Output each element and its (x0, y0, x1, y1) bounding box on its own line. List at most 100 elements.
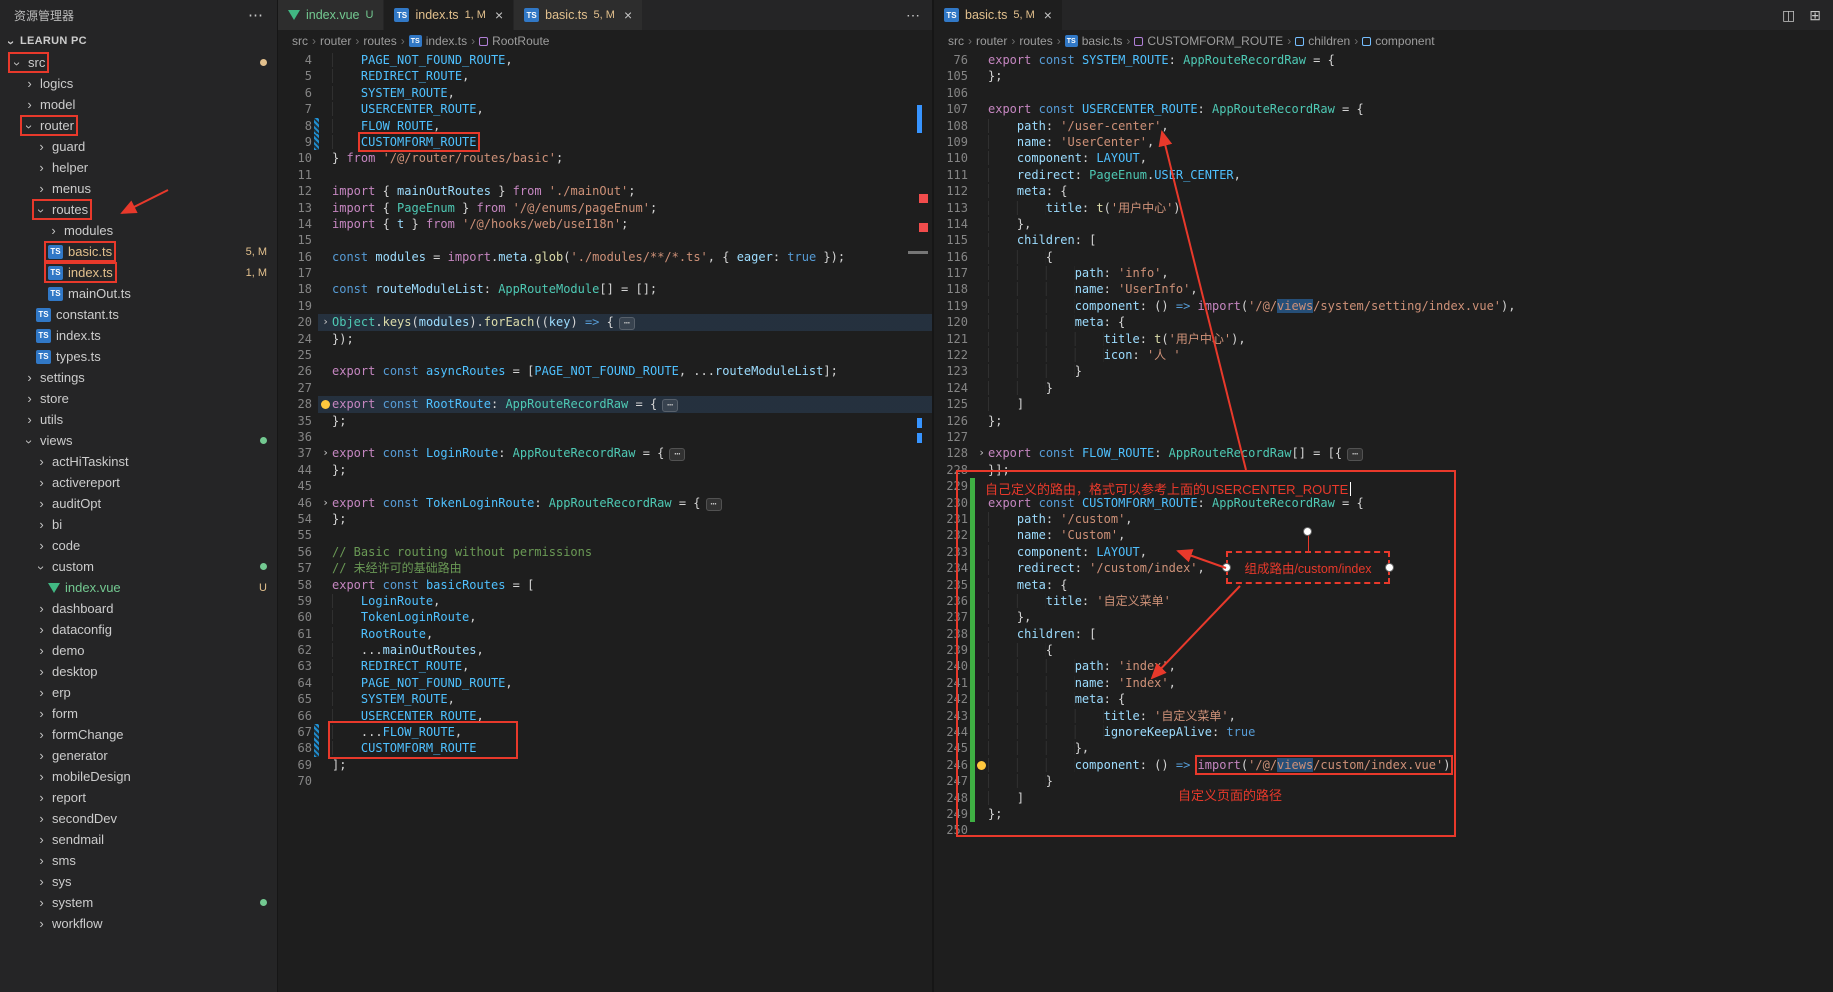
tree-item-router[interactable]: ›router (0, 115, 277, 136)
tree-item-sys[interactable]: ›sys (0, 871, 277, 892)
code-line[interactable]: 9 CUSTOMFORM_ROUTE (278, 134, 932, 150)
code-line[interactable]: 246 component: () => import('/@/views/cu… (934, 757, 1833, 773)
code-line[interactable]: 243 title: '自定义菜单', (934, 708, 1833, 724)
code-line[interactable]: 106 (934, 85, 1833, 101)
code-line[interactable]: 110 component: LAYOUT, (934, 150, 1833, 166)
code-line[interactable]: 16const modules = import.meta.glob('./mo… (278, 249, 932, 265)
code-line[interactable]: 121 title: t('用户中心'), (934, 331, 1833, 347)
code-line[interactable]: 28export const RootRoute: AppRouteRecord… (278, 396, 932, 412)
breadcrumb-item-router[interactable]: router (976, 34, 1007, 48)
code-line[interactable]: 248 ] (934, 790, 1833, 806)
code-line[interactable]: 250 (934, 822, 1833, 838)
code-line[interactable]: 124 } (934, 380, 1833, 396)
code-line[interactable]: 57// 未经许可的基础路由 (278, 560, 932, 576)
code-line[interactable]: 249}; (934, 806, 1833, 822)
code-line[interactable]: 18const routeModuleList: AppRouteModule[… (278, 281, 932, 297)
project-section-header[interactable]: › LEARUN PC (0, 30, 277, 52)
code-line[interactable]: 237 }, (934, 609, 1833, 625)
breadcrumb-item-component[interactable]: component (1362, 34, 1434, 48)
tree-item-desktop[interactable]: ›desktop (0, 661, 277, 682)
code-line[interactable]: 11 (278, 167, 932, 183)
code-line[interactable]: 25 (278, 347, 932, 363)
tree-item-settings[interactable]: ›settings (0, 367, 277, 388)
tree-item-utils[interactable]: ›utils (0, 409, 277, 430)
code-line[interactable]: 5 REDIRECT_ROUTE, (278, 68, 932, 84)
code-line[interactable]: 231 path: '/custom', (934, 511, 1833, 527)
code-editor-index-ts[interactable]: 4 PAGE_NOT_FOUND_ROUTE,5 REDIRECT_ROUTE,… (278, 52, 932, 790)
code-line[interactable]: 14import { t } from '/@/hooks/web/useI18… (278, 216, 932, 232)
tree-item-demo[interactable]: ›demo (0, 640, 277, 661)
code-line[interactable]: 242 meta: { (934, 691, 1833, 707)
tree-item-model[interactable]: ›model (0, 94, 277, 115)
code-line[interactable]: 233 component: LAYOUT, (934, 544, 1833, 560)
tree-item-types.ts[interactable]: TStypes.ts (0, 346, 277, 367)
tree-item-src[interactable]: ›src (0, 52, 277, 73)
code-line[interactable]: 238 children: [ (934, 626, 1833, 642)
breadcrumb-item-children[interactable]: children (1295, 34, 1350, 48)
code-line[interactable]: 62 ...mainOutRoutes, (278, 642, 932, 658)
close-icon[interactable]: × (1044, 7, 1052, 23)
more-actions-icon[interactable]: ⋯ (906, 7, 920, 24)
fold-chevron-icon[interactable]: › (319, 314, 332, 330)
code-line[interactable]: 108 path: '/user-center', (934, 118, 1833, 134)
tree-item-system[interactable]: ›system (0, 892, 277, 913)
lightbulb-icon[interactable] (975, 757, 988, 773)
code-line[interactable]: 58export const basicRoutes = [ (278, 577, 932, 593)
tree-item-guard[interactable]: ›guard (0, 136, 277, 157)
breadcrumb-item-routes[interactable]: routes (363, 34, 396, 48)
code-line[interactable]: 126}; (934, 413, 1833, 429)
code-line[interactable]: 8 FLOW_ROUTE, (278, 118, 932, 134)
split-editor-icon[interactable]: ◫ (1782, 7, 1795, 24)
code-line[interactable]: 116 { (934, 249, 1833, 265)
tab-basic.ts[interactable]: TSbasic.ts5, M× (514, 0, 643, 30)
code-line[interactable]: 6 SYSTEM_ROUTE, (278, 85, 932, 101)
code-line[interactable]: 44}; (278, 462, 932, 478)
close-icon[interactable]: × (624, 7, 632, 23)
code-line[interactable]: 114 }, (934, 216, 1833, 232)
breadcrumb-item-router[interactable]: router (320, 34, 351, 48)
code-line[interactable]: 10} from '/@/router/routes/basic'; (278, 150, 932, 166)
code-line[interactable]: 60 TokenLoginRoute, (278, 609, 932, 625)
code-line[interactable]: 45 (278, 478, 932, 494)
code-line[interactable]: 125 ] (934, 396, 1833, 412)
code-line[interactable]: 105}; (934, 68, 1833, 84)
code-line[interactable]: 239 { (934, 642, 1833, 658)
tree-item-formChange[interactable]: ›formChange (0, 724, 277, 745)
tree-item-auditOpt[interactable]: ›auditOpt (0, 493, 277, 514)
tab-index.ts[interactable]: TSindex.ts1, M× (384, 0, 514, 30)
code-line[interactable]: 128›export const FLOW_ROUTE: AppRouteRec… (934, 445, 1833, 461)
code-line[interactable]: 67 ...FLOW_ROUTE, (278, 724, 932, 740)
tree-item-constant.ts[interactable]: TSconstant.ts (0, 304, 277, 325)
code-line[interactable]: 17 (278, 265, 932, 281)
code-line[interactable]: 56// Basic routing without permissions (278, 544, 932, 560)
breadcrumb-item-basic.ts[interactable]: TSbasic.ts (1065, 34, 1123, 48)
code-line[interactable]: 63 REDIRECT_ROUTE, (278, 658, 932, 674)
tree-item-bi[interactable]: ›bi (0, 514, 277, 535)
code-line[interactable]: 54}; (278, 511, 932, 527)
code-line[interactable]: 27 (278, 380, 932, 396)
code-line[interactable]: 20›Object.keys(modules).forEach((key) =>… (278, 314, 932, 330)
tree-item-custom[interactable]: ›custom (0, 556, 277, 577)
lightbulb-icon[interactable] (319, 396, 332, 412)
code-line[interactable]: 68 CUSTOMFORM_ROUTE (278, 740, 932, 756)
tree-item-secondDev[interactable]: ›secondDev (0, 808, 277, 829)
code-line[interactable]: 247 } (934, 773, 1833, 789)
tree-item-helper[interactable]: ›helper (0, 157, 277, 178)
tree-item-dataconfig[interactable]: ›dataconfig (0, 619, 277, 640)
code-line[interactable]: 7 USERCENTER_ROUTE, (278, 101, 932, 117)
tree-item-modules[interactable]: ›modules (0, 220, 277, 241)
code-line[interactable]: 12import { mainOutRoutes } from './mainO… (278, 183, 932, 199)
code-line[interactable]: 245 }, (934, 740, 1833, 756)
tree-item-dashboard[interactable]: ›dashboard (0, 598, 277, 619)
tree-item-views[interactable]: ›views (0, 430, 277, 451)
code-line[interactable]: 35}; (278, 413, 932, 429)
code-line[interactable]: 55 (278, 527, 932, 543)
code-line[interactable]: 244 ignoreKeepAlive: true (934, 724, 1833, 740)
code-line[interactable]: 26export const asyncRoutes = [PAGE_NOT_F… (278, 363, 932, 379)
breadcrumb-item-src[interactable]: src (292, 34, 308, 48)
tree-item-index.ts[interactable]: TSindex.ts1, M (0, 262, 277, 283)
breadcrumb-item-RootRoute[interactable]: RootRoute (479, 34, 549, 48)
tree-item-form[interactable]: ›form (0, 703, 277, 724)
code-line[interactable]: 119 component: () => import('/@/views/sy… (934, 298, 1833, 314)
code-line[interactable]: 46›export const TokenLoginRoute: AppRout… (278, 495, 932, 511)
